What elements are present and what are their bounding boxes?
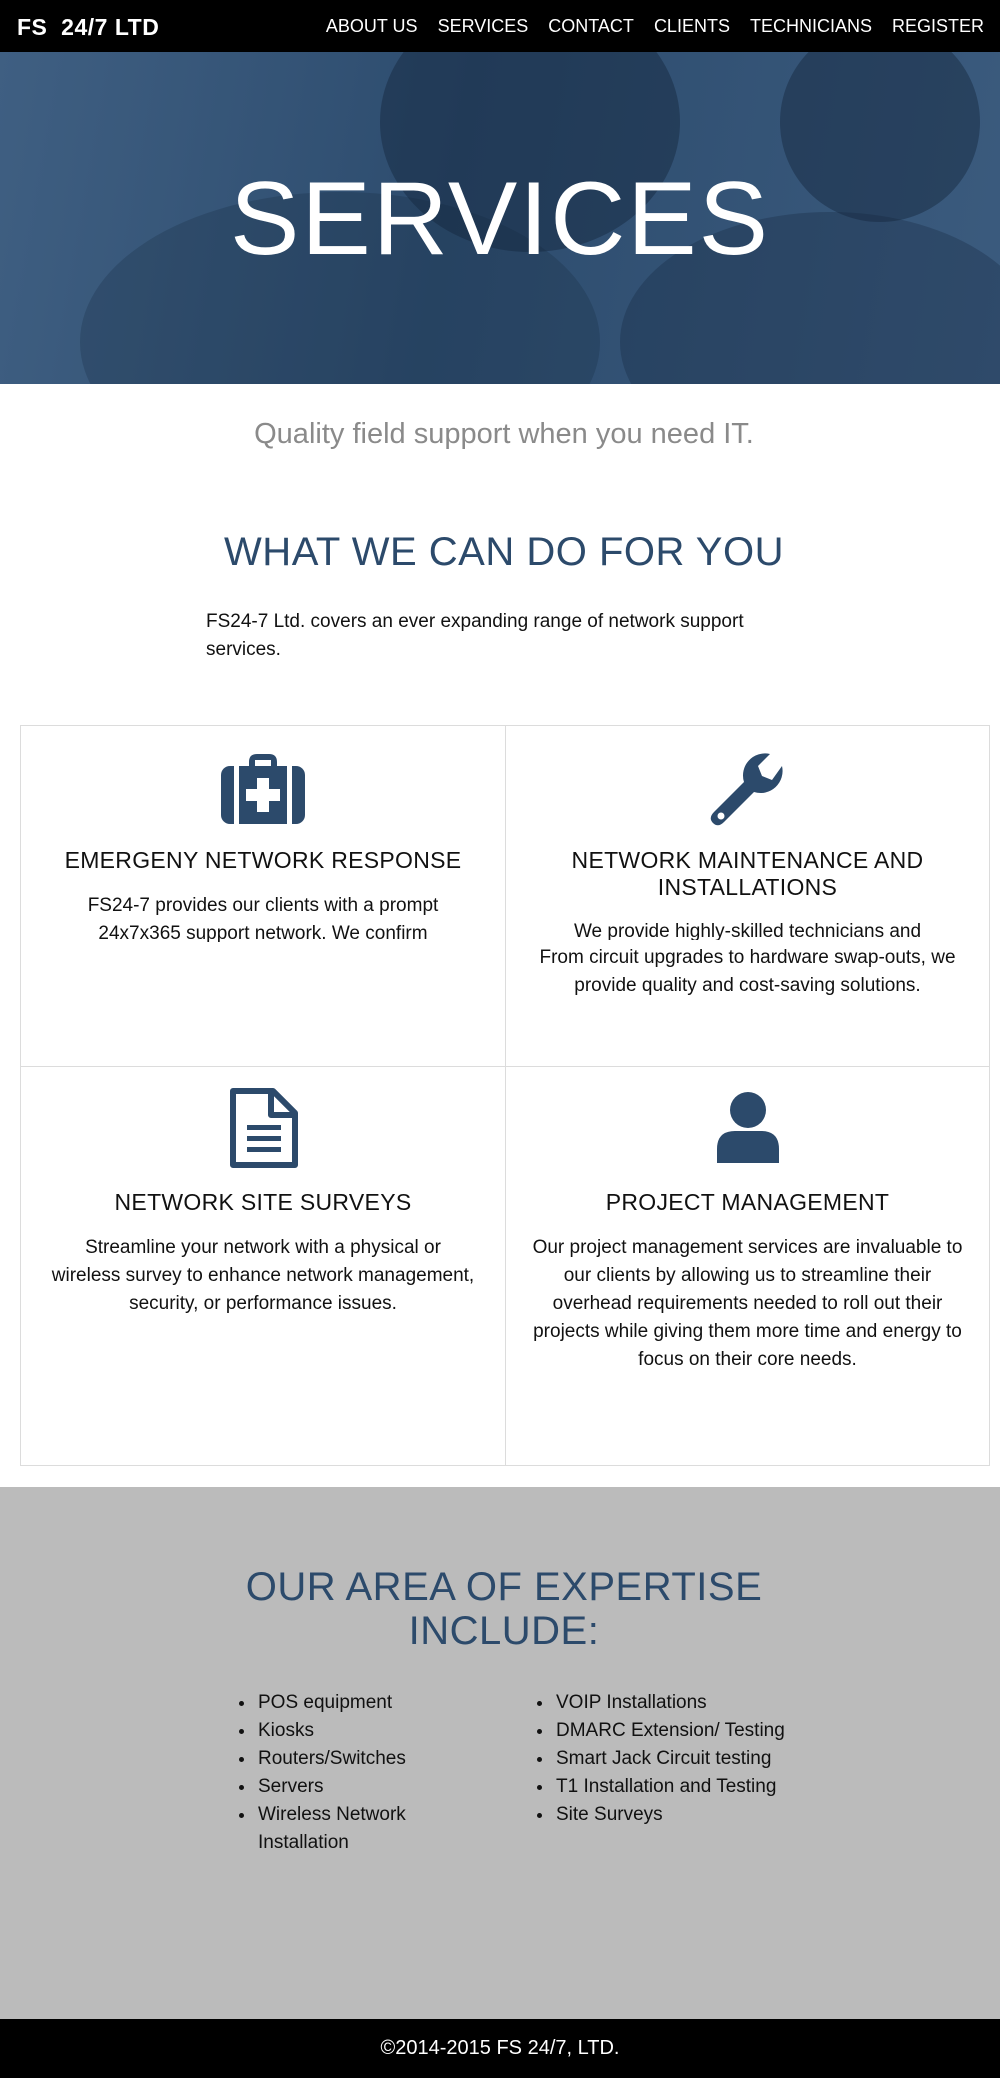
service-description: Streamline your network with a physical …: [51, 1237, 475, 1314]
footer: ©2014-2015 FS 24/7, LTD.: [0, 2019, 1000, 2078]
expertise-list-left: POS equipmentKiosksRouters/SwitchesServe…: [232, 1689, 466, 1857]
service-title: PROJECT MANAGEMENT: [605, 1189, 890, 1215]
nav-link-register[interactable]: REGISTER: [892, 16, 984, 37]
service-description: FS24-7 provides our clients with a promp…: [87, 895, 439, 942]
expertise-item: Smart Jack Circuit testing: [554, 1745, 814, 1773]
expertise-item: T1 Installation and Testing: [554, 1773, 814, 1801]
expertise-item: Site Surveys: [554, 1801, 814, 1829]
brand-logo[interactable]: FS 24/7 LTD: [17, 14, 159, 41]
service-card-project-management: PROJECT MANAGEMENT Our project managemen…: [505, 1066, 990, 1466]
expertise-item: POS equipment: [256, 1689, 466, 1717]
document-icon: [227, 1087, 299, 1174]
hero-title: SERVICES: [229, 161, 771, 277]
expertise-item: Servers: [256, 1773, 466, 1801]
top-nav: FS 24/7 LTD ABOUT US SERVICES CONTACT CL…: [0, 0, 1000, 52]
copyright-text: ©2014-2015 FS 24/7, LTD.: [380, 2037, 620, 2059]
expertise-item: DMARC Extension/ Testing: [554, 1717, 814, 1745]
service-description: Our project management services are inva…: [532, 1237, 963, 1370]
nav-link-about-us[interactable]: ABOUT US: [326, 16, 418, 37]
service-card-emergency-response: EMERGENY NETWORK RESPONSE FS24-7 provide…: [20, 725, 506, 1067]
section-heading: WHAT WE CAN DO FOR YOU: [224, 530, 784, 574]
tagline: Quality field support when you need IT.: [254, 418, 754, 450]
nav-link-clients[interactable]: CLIENTS: [654, 16, 730, 37]
expertise-item: VOIP Installations: [554, 1689, 814, 1717]
service-title: EMERGENY NETWORK RESPONSE: [64, 847, 462, 873]
service-title: NETWORK SITE SURVEYS: [114, 1189, 412, 1215]
service-description: From circuit upgrades to hardware swap-o…: [539, 947, 956, 996]
hero-banner: SERVICES: [0, 52, 1000, 384]
expertise-item: Kiosks: [256, 1717, 466, 1745]
nav-link-services[interactable]: SERVICES: [438, 16, 529, 37]
service-card-maintenance: NETWORK MAINTENANCE AND INSTALLATIONS We…: [505, 725, 990, 1067]
user-icon: [715, 1091, 781, 1168]
expertise-section: OUR AREA OF EXPERTISE INCLUDE: POS equip…: [0, 1487, 1000, 2019]
medical-kit-icon: [221, 752, 305, 829]
intro-paragraph: FS24-7 Ltd. covers an ever expanding ran…: [206, 611, 744, 660]
expertise-list-right: VOIP InstallationsDMARC Extension/ Testi…: [530, 1689, 814, 1829]
nav-link-contact[interactable]: CONTACT: [548, 16, 634, 37]
expertise-heading-text: OUR AREA OF EXPERTISE INCLUDE:: [245, 1565, 763, 1653]
service-title: NETWORK MAINTENANCE AND INSTALLATIONS: [571, 847, 924, 900]
wrench-icon: [710, 752, 786, 833]
nav-link-technicians[interactable]: TECHNICIANS: [750, 16, 872, 37]
nav-links: ABOUT US SERVICES CONTACT CLIENTS TECHNI…: [306, 0, 984, 52]
expertise-item: Wireless Network Installation: [256, 1801, 466, 1857]
expertise-heading: OUR AREA OF EXPERTISE INCLUDE:: [0, 1565, 1000, 1653]
expertise-item: Routers/Switches: [256, 1745, 466, 1773]
service-card-site-surveys: NETWORK SITE SURVEYS Streamline your net…: [20, 1066, 506, 1466]
service-description: We provide highly-skilled technicians an…: [573, 921, 922, 940]
